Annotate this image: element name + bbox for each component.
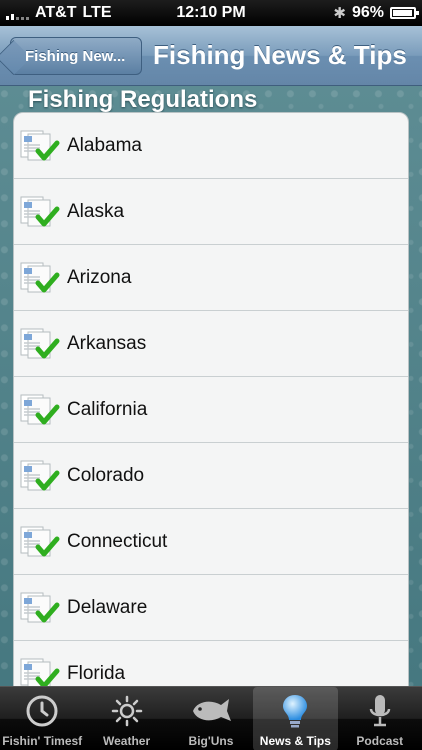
document-checkmark-icon <box>20 525 60 559</box>
tab-label: Weather <box>103 734 151 748</box>
tab-label: Big'Uns <box>188 734 234 748</box>
document-checkmark-icon <box>20 327 60 361</box>
document-checkmark-icon <box>20 657 60 686</box>
battery-percent: 96% <box>351 4 384 21</box>
back-button-label: Fishing New... <box>25 47 126 65</box>
tab-sun[interactable]: Weather <box>84 687 168 750</box>
status-right: ✱ 96% <box>333 4 419 22</box>
document-checkmark-icon <box>20 195 60 229</box>
clock-icon <box>25 693 59 729</box>
document-checkmark-icon <box>20 393 60 427</box>
tab-lightbulb[interactable]: News & Tips <box>253 687 338 750</box>
microphone-icon <box>367 693 393 729</box>
list-item[interactable]: Alabama <box>14 113 408 179</box>
tab-clock[interactable]: Fishin' Timesf <box>0 687 84 750</box>
document-checkmark-icon <box>20 129 60 163</box>
status-bar: AT&T LTE 12:10 PM ✱ 96% <box>0 0 422 26</box>
regulations-list[interactable]: Alabama Alaska Arizona Arkansas Californ… <box>13 112 409 686</box>
list-item[interactable]: Delaware <box>14 575 408 641</box>
lightbulb-icon <box>281 693 309 729</box>
tab-label: News & Tips <box>259 734 331 748</box>
list-item-label: Arizona <box>67 267 132 288</box>
battery-fill <box>393 10 413 16</box>
tab-bar: Fishin' Timesf Weather Big'Uns News & Ti… <box>0 686 422 750</box>
tab-microphone[interactable]: Podcast <box>338 687 422 750</box>
list-item-label: Connecticut <box>67 531 168 552</box>
list-item[interactable]: California <box>14 377 408 443</box>
navigation-bar: Fishing New... Fishing News & Tips <box>0 26 422 86</box>
section-header: Fishing Regulations <box>28 86 258 113</box>
list-item-label: Alaska <box>67 201 125 222</box>
bluetooth-icon: ✱ <box>333 5 346 22</box>
list-item[interactable]: Arkansas <box>14 311 408 377</box>
sun-icon <box>111 693 143 729</box>
list-item-label: California <box>67 399 148 420</box>
page-title: Fishing News & Tips <box>153 40 407 70</box>
battery-icon <box>390 7 419 19</box>
document-checkmark-icon <box>20 261 60 295</box>
list-item[interactable]: Connecticut <box>14 509 408 575</box>
document-checkmark-icon <box>20 591 60 625</box>
tab-label: Podcast <box>356 734 404 748</box>
back-button[interactable]: Fishing New... <box>10 37 142 75</box>
list-item[interactable]: Alaska <box>14 179 408 245</box>
list-item-label: Florida <box>67 663 126 684</box>
tab-label: Fishin' Timesf <box>2 734 83 748</box>
list-item[interactable]: Florida <box>14 641 408 686</box>
list-item-label: Colorado <box>67 465 145 486</box>
list-item-label: Arkansas <box>67 333 147 354</box>
tab-fish[interactable]: Big'Uns <box>169 687 253 750</box>
list-item[interactable]: Arizona <box>14 245 408 311</box>
content-area: Fishing Regulations Alabama Alaska Arizo… <box>0 86 422 686</box>
list-item-label: Delaware <box>67 597 148 618</box>
document-checkmark-icon <box>20 459 60 493</box>
list-item-label: Alabama <box>67 135 142 156</box>
fish-icon <box>189 693 233 729</box>
list-item[interactable]: Colorado <box>14 443 408 509</box>
